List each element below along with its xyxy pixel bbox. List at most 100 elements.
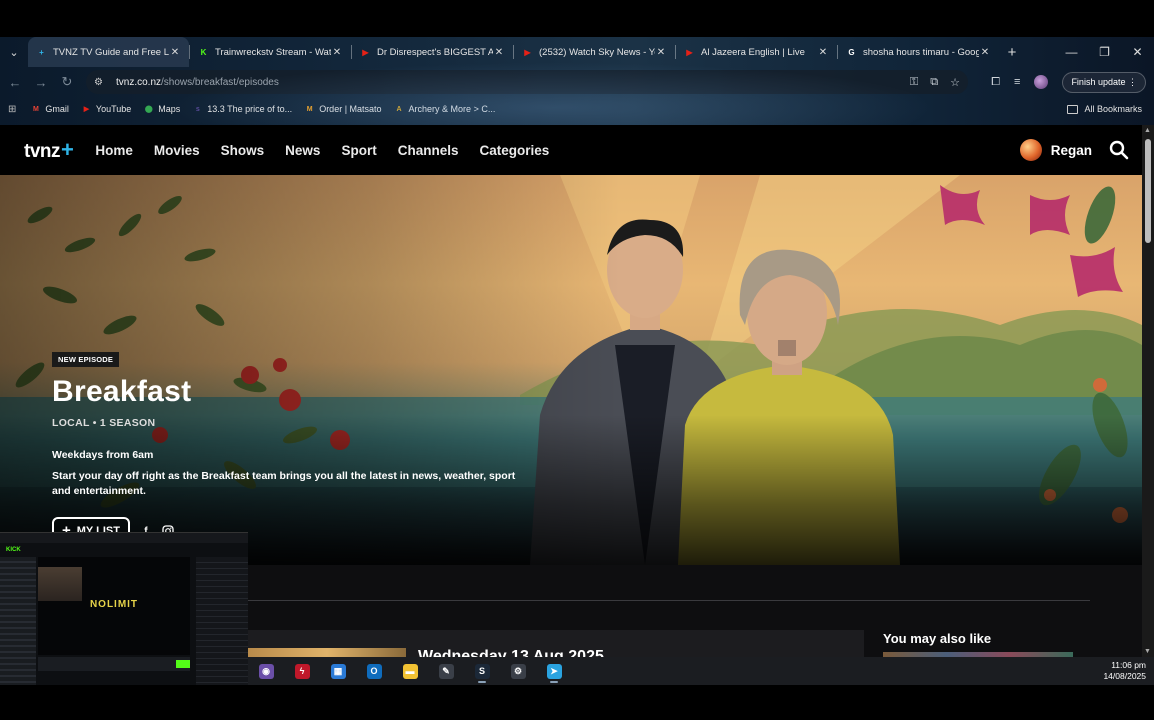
bookmark-label: Archery & More > C...	[408, 104, 496, 114]
nav-news[interactable]: News	[285, 143, 320, 158]
nav-movies[interactable]: Movies	[154, 143, 200, 158]
tab-title: shosha hours timaru - Goog	[863, 46, 979, 58]
browser-tab[interactable]: ▶ Al Jazeera English | Live ✕	[676, 37, 837, 67]
bookmark-label: Gmail	[45, 104, 69, 114]
stream-sidebar	[0, 557, 36, 685]
minimize-icon[interactable]: —	[1055, 45, 1088, 59]
bookmark-item[interactable]: ⬤ Maps	[143, 104, 180, 115]
url-host: tvnz.co.nz	[116, 76, 162, 88]
tab-favicon-icon: ▶	[524, 47, 531, 57]
scroll-up-icon[interactable]: ▲	[1144, 127, 1151, 134]
tab-search-chevron-icon[interactable]: ⌄	[0, 46, 28, 59]
tab-title: TVNZ TV Guide and Free Live	[53, 46, 169, 58]
close-window-icon[interactable]: ✕	[1121, 45, 1154, 59]
page-scrollbar[interactable]: ▲ ▼	[1142, 125, 1154, 657]
nav-channels[interactable]: Channels	[398, 143, 459, 158]
address-bar[interactable]: ⚙ tvnz.co.nz/shows/breakfast/episodes ⚿ …	[86, 70, 968, 94]
taskbar-app-red[interactable]: ϟ	[284, 657, 320, 685]
taskbar-app-outlook[interactable]: O	[356, 657, 392, 685]
user-avatar	[1019, 139, 1042, 161]
new-tab-button[interactable]: +	[999, 44, 1025, 61]
browser-tab[interactable]: K Trainwreckstv Stream - Watc ✕	[190, 37, 351, 67]
tab-close-icon[interactable]: ✕	[817, 47, 829, 58]
maps-icon: ⬤	[144, 106, 153, 113]
nav-categories[interactable]: Categories	[479, 143, 549, 158]
site-settings-icon[interactable]: ⚙	[94, 77, 108, 88]
user-name: Regan	[1050, 142, 1092, 158]
main-nav: Home Movies Shows News Sport Channels Categori…	[95, 143, 549, 158]
system-clock[interactable]: 11:06 pm 14/08/2025	[1103, 660, 1146, 682]
episode-card[interactable]: Wednesday 13 Aug 2025	[248, 630, 864, 657]
browser-tab[interactable]: + TVNZ TV Guide and Free Live ✕	[28, 37, 189, 67]
profile-avatar-icon[interactable]	[1034, 75, 1049, 89]
taskbar-app-explorer[interactable]: ▬	[392, 657, 428, 685]
bookmark-star-icon[interactable]: ☆	[950, 76, 960, 89]
stream-chat	[196, 557, 248, 685]
password-key-icon[interactable]: ⚿	[910, 76, 918, 89]
finish-update-button[interactable]: Finish update ⋮	[1062, 71, 1146, 93]
stream-overlay-window[interactable]: KICK NOLIMIT	[0, 532, 248, 685]
search-icon[interactable]	[1108, 139, 1130, 161]
all-bookmarks[interactable]: All Bookmarks	[1067, 104, 1142, 114]
bookmark-item[interactable]: ▶ YouTube	[81, 104, 132, 115]
youtube-icon: ▶	[83, 106, 90, 113]
tab-title: Dr Disrespect's BIGGEST Ar	[377, 46, 493, 58]
tab-close-icon[interactable]: ✕	[979, 47, 991, 58]
tab-favicon-icon: +	[39, 47, 44, 57]
taskbar-app-settings-icon: ⚙	[510, 663, 526, 679]
streamer-webcam	[38, 567, 82, 601]
browser-chrome: ⌄ + TVNZ TV Guide and Free Live ✕ K Trainwre…	[0, 37, 1154, 125]
reading-list-icon[interactable]: ≡	[1014, 76, 1020, 88]
taskbar-app-store-icon: ▦	[330, 663, 346, 679]
user-menu[interactable]: Regan	[1019, 139, 1092, 161]
finish-update-label: Finish update	[1071, 76, 1126, 87]
episode-date: Wednesday 13 Aug 2025	[418, 648, 604, 657]
install-app-icon[interactable]: ⧉	[930, 76, 938, 89]
forward-arrow-icon[interactable]: →	[28, 75, 54, 90]
taskbar-app-telegram[interactable]: ➤	[536, 657, 572, 685]
bookmark-item[interactable]: A Archery & More > C...	[394, 104, 496, 115]
back-arrow-icon[interactable]: ←	[2, 75, 28, 90]
matsato-icon: M	[306, 105, 313, 113]
browser-tab[interactable]: ▶ Dr Disrespect's BIGGEST Ar ✕	[352, 37, 513, 67]
tab-title: Trainwreckstv Stream - Watc	[215, 46, 331, 58]
apps-grid-icon[interactable]: ⊞	[8, 104, 16, 115]
browser-tab[interactable]: Gshosha hours timaru - Goog ✕	[838, 37, 999, 67]
clock-date: 14/08/2025	[1103, 671, 1146, 681]
tab-close-icon[interactable]: ✕	[169, 47, 181, 58]
scroll-down-icon[interactable]: ▼	[1144, 648, 1151, 655]
screen-bottom-edge	[0, 685, 1154, 720]
bookmark-item[interactable]: M Order | Matsato	[304, 104, 382, 115]
hero-info: NEW EPISODE Breakfast LOCAL • 1 SEASON W…	[52, 349, 572, 545]
browser-tab[interactable]: ▶ (2532) Watch Sky News - Yo ✕	[514, 37, 675, 67]
kick-logo: KICK	[6, 547, 21, 553]
scrollbar-thumb[interactable]	[1145, 139, 1151, 243]
follow-button[interactable]	[176, 660, 190, 668]
taskbar-apps: ◉ ϟ ▦ O ▬ ✎ S ⚙ ➤	[248, 657, 572, 685]
clock-time: 11:06 pm	[1111, 660, 1146, 670]
reload-icon[interactable]: ↻	[54, 74, 80, 90]
windows-taskbar: ◉ ϟ ▦ O ▬ ✎ S ⚙ ➤ 11:06 pm 14/08/2025	[248, 657, 1154, 685]
nav-home[interactable]: Home	[95, 143, 133, 158]
episode-thumbnail	[248, 648, 406, 657]
tvnz-logo[interactable]: tvnz+	[24, 137, 74, 163]
bookmark-item[interactable]: M Gmail	[30, 104, 69, 115]
tab-favicon-icon: G	[848, 47, 855, 57]
logo-text: tvnz	[24, 141, 61, 162]
taskbar-app-purple[interactable]: ◉	[248, 657, 284, 685]
tab-close-icon[interactable]: ✕	[493, 47, 505, 58]
bookmark-item[interactable]: s 13.3 The price of to...	[192, 104, 292, 115]
extensions-puzzle-icon[interactable]: ⧠	[991, 76, 1000, 89]
tab-close-icon[interactable]: ✕	[655, 47, 667, 58]
section-divider	[248, 600, 1090, 601]
tab-strip: ⌄ + TVNZ TV Guide and Free Live ✕ K Trainwre…	[0, 37, 1154, 67]
restore-icon[interactable]: ❐	[1088, 45, 1121, 59]
tab-close-icon[interactable]: ✕	[331, 47, 343, 58]
taskbar-app-store[interactable]: ▦	[320, 657, 356, 685]
bookmark-label: YouTube	[95, 104, 132, 114]
taskbar-app-settings[interactable]: ⚙	[500, 657, 536, 685]
taskbar-app-pen[interactable]: ✎	[428, 657, 464, 685]
taskbar-app-steam[interactable]: S	[464, 657, 500, 685]
nav-sport[interactable]: Sport	[341, 143, 376, 158]
nav-shows[interactable]: Shows	[221, 143, 265, 158]
